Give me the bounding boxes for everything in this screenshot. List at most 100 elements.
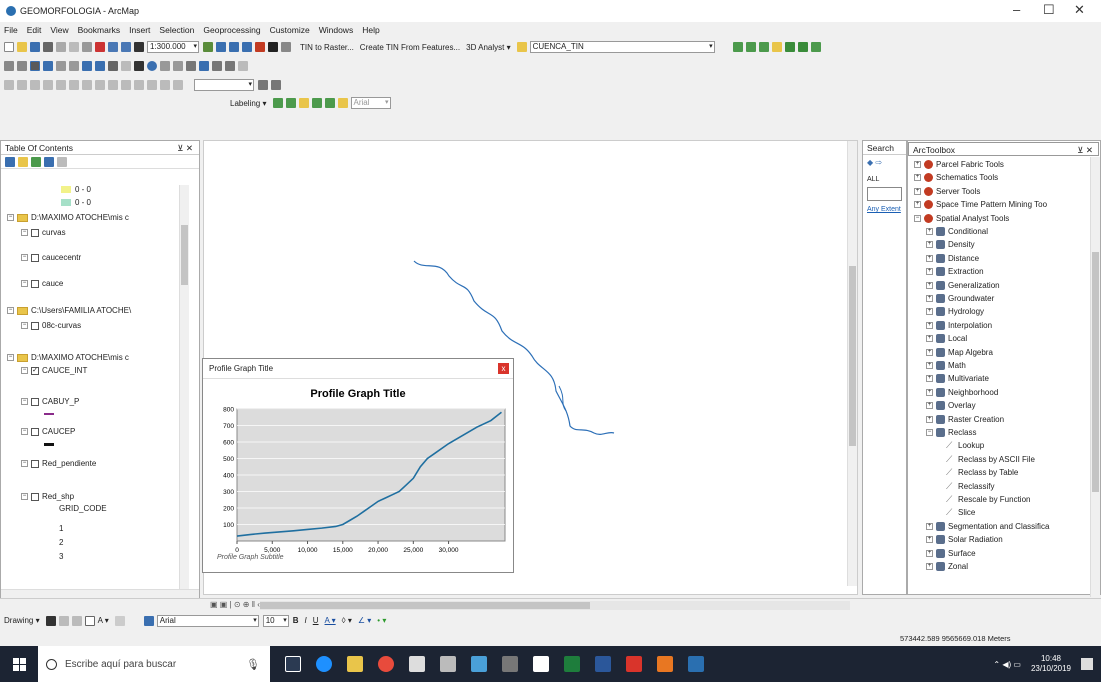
label-tool-icon[interactable] bbox=[337, 98, 348, 108]
toolbox-item[interactable]: + Math bbox=[926, 361, 966, 370]
labeling-menu[interactable]: Labeling ▾ bbox=[230, 99, 267, 108]
task-view-icon[interactable] bbox=[285, 656, 301, 672]
open-icon[interactable] bbox=[17, 42, 27, 52]
file-explorer-icon[interactable] bbox=[347, 656, 363, 672]
3d-tool-icon[interactable] bbox=[758, 42, 769, 52]
toc-layer[interactable]: − Red_shp bbox=[21, 492, 74, 501]
python-icon[interactable] bbox=[268, 42, 278, 52]
edit-tool-icon[interactable] bbox=[43, 80, 53, 90]
tin-to-raster-button[interactable]: TIN to Raster... bbox=[300, 43, 354, 52]
rectangle-icon[interactable] bbox=[84, 615, 95, 626]
label-manager-icon[interactable] bbox=[272, 98, 283, 108]
toolbox-item[interactable]: + Extraction bbox=[926, 267, 984, 277]
drawing-menu[interactable]: Drawing ▾ bbox=[4, 616, 40, 625]
toolbox-item[interactable]: − Reclass bbox=[926, 428, 976, 437]
map-hscrollbar[interactable] bbox=[260, 601, 850, 610]
toolbox-item[interactable]: + Generalization bbox=[926, 280, 1000, 290]
app-icon[interactable] bbox=[502, 656, 518, 672]
mail-icon[interactable] bbox=[533, 656, 549, 672]
toolbox-item[interactable]: + Map Algebra bbox=[926, 347, 993, 357]
forward-icon[interactable] bbox=[95, 61, 105, 71]
model-builder-icon[interactable] bbox=[281, 42, 291, 52]
zoom-in-icon[interactable] bbox=[4, 61, 14, 71]
toc-layer[interactable]: − curvas bbox=[21, 228, 66, 237]
identify-icon[interactable] bbox=[147, 61, 157, 71]
toolbox-item[interactable]: + Overlay bbox=[926, 401, 976, 411]
hyperlink-icon[interactable] bbox=[186, 61, 196, 71]
toc-folder[interactable]: − D:\MAXIMO ATOCHE\mis c bbox=[7, 213, 129, 222]
3d-tool-icon[interactable] bbox=[745, 42, 756, 52]
minimize-button[interactable]: – bbox=[1013, 2, 1020, 17]
zoom-out-icon[interactable] bbox=[17, 61, 27, 71]
toolbox-item[interactable]: + Interpolation bbox=[926, 320, 992, 330]
search-input[interactable] bbox=[867, 187, 902, 201]
pan-icon[interactable] bbox=[30, 61, 40, 71]
menu-view[interactable]: View bbox=[50, 25, 68, 35]
menu-windows[interactable]: Windows bbox=[319, 25, 353, 35]
select-elements-icon[interactable] bbox=[45, 615, 56, 626]
edit-tool-icon[interactable] bbox=[17, 80, 27, 90]
label-tool-icon[interactable] bbox=[298, 98, 309, 108]
menu-selection[interactable]: Selection bbox=[159, 25, 194, 35]
toolbox-item[interactable]: + Density bbox=[926, 240, 975, 250]
bold-button[interactable]: B bbox=[293, 616, 299, 625]
fixed-zoom-icon[interactable] bbox=[69, 61, 79, 71]
toolbox-item[interactable]: + Schematics Tools bbox=[914, 173, 998, 183]
layout-icon[interactable] bbox=[271, 80, 281, 90]
edit-tool-icon[interactable] bbox=[173, 80, 183, 90]
start-button[interactable] bbox=[0, 646, 38, 682]
toc-layer[interactable]: − CABUY_P bbox=[21, 397, 79, 406]
menu-help[interactable]: Help bbox=[362, 25, 379, 35]
edit-tool-icon[interactable] bbox=[56, 80, 66, 90]
delete-icon[interactable] bbox=[95, 42, 105, 52]
edit-tool-icon[interactable] bbox=[30, 80, 40, 90]
html-popup-icon[interactable] bbox=[199, 61, 209, 71]
toolbox-item[interactable]: ⟋ Reclassify bbox=[946, 481, 994, 491]
full-extent-icon[interactable] bbox=[43, 61, 53, 71]
toc-layer[interactable]: − cauce bbox=[21, 279, 63, 288]
arctoolbox-icon[interactable] bbox=[255, 42, 265, 52]
font-combo[interactable]: Arial ▾ bbox=[156, 614, 259, 627]
back-icon[interactable] bbox=[82, 61, 92, 71]
font-size-combo[interactable]: 10 ▾ bbox=[262, 614, 289, 627]
cut-icon[interactable] bbox=[56, 42, 66, 52]
menu-edit[interactable]: Edit bbox=[27, 25, 42, 35]
toolbox-item[interactable]: + Server Tools bbox=[914, 186, 980, 196]
chrome-icon[interactable] bbox=[378, 656, 394, 672]
taskbar-search[interactable]: Escribe aquí para buscar 🎙 bbox=[38, 646, 270, 682]
toolbox-item[interactable]: ⟋ Reclass by Table bbox=[946, 468, 1018, 478]
graph-close-button[interactable]: x bbox=[498, 363, 509, 374]
3d-tool-icon[interactable] bbox=[797, 42, 808, 52]
font-color-icon[interactable]: A ▾ bbox=[325, 616, 336, 625]
toolbox-item[interactable]: + Solar Radiation bbox=[926, 535, 1003, 545]
options-icon[interactable] bbox=[57, 156, 67, 167]
notification-icon[interactable] bbox=[1081, 658, 1093, 670]
maximize-button[interactable]: ☐ bbox=[1043, 2, 1055, 18]
toc-icon[interactable] bbox=[216, 42, 226, 52]
list-by-visibility-icon[interactable] bbox=[31, 156, 41, 167]
toolbox-item[interactable]: ⟋ Slice bbox=[946, 508, 975, 518]
editor-icon[interactable] bbox=[203, 42, 213, 52]
pdf-icon[interactable] bbox=[626, 656, 642, 672]
menu-bookmarks[interactable]: Bookmarks bbox=[78, 25, 121, 35]
search-all[interactable]: ALL bbox=[863, 170, 906, 185]
edit-tool-icon[interactable] bbox=[134, 80, 144, 90]
undo-icon[interactable] bbox=[108, 42, 118, 52]
toc-folder[interactable]: − C:\Users\FAMILIA ATOCHE\ bbox=[7, 306, 131, 315]
menu-geoprocessing[interactable]: Geoprocessing bbox=[203, 25, 260, 35]
pin-close-icon[interactable]: ⊻ ✕ bbox=[1077, 143, 1093, 157]
clear-selection-icon[interactable] bbox=[121, 61, 131, 71]
list-by-selection-icon[interactable] bbox=[44, 156, 54, 167]
clock[interactable]: 10:48 23/10/2019 bbox=[1031, 654, 1071, 674]
microphone-icon[interactable]: 🎙 bbox=[246, 658, 260, 671]
search-extent-link[interactable]: Any Extent bbox=[863, 203, 906, 216]
toolbox-scrollbar[interactable] bbox=[1090, 157, 1100, 597]
toolbox-item[interactable]: ⟋ Lookup bbox=[946, 441, 984, 451]
3d-tool-icon[interactable] bbox=[732, 42, 743, 52]
search-window-icon[interactable] bbox=[242, 42, 252, 52]
viewer-icon[interactable] bbox=[238, 61, 248, 71]
excel-icon[interactable] bbox=[564, 656, 580, 672]
text-tool-icon[interactable]: A ▾ bbox=[98, 616, 109, 625]
create-tin-button[interactable]: Create TIN From Features... bbox=[360, 43, 460, 52]
app-icon[interactable] bbox=[471, 656, 487, 672]
